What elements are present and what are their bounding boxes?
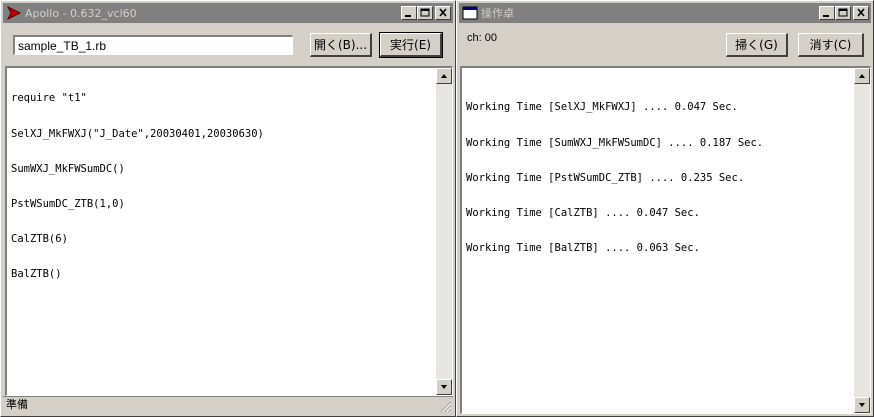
arrow-down-icon [441, 385, 447, 389]
maximize-button[interactable] [835, 6, 851, 20]
output-console[interactable]: Working Time [SelXJ_MkFWXJ] .... 0.047 S… [460, 66, 871, 414]
minimize-icon [823, 15, 829, 17]
title-bar[interactable]: 操作卓 [459, 3, 871, 23]
maximize-button[interactable] [417, 6, 433, 20]
window-title: 操作卓 [481, 7, 514, 20]
close-icon [439, 8, 447, 17]
output-line: Working Time [BalZTB] .... 0.063 Sec. [466, 241, 700, 254]
arrow-up-icon [441, 74, 447, 78]
minimize-button[interactable] [401, 6, 417, 20]
output-line: Working Time [CalZTB] .... 0.047 Sec. [466, 206, 700, 219]
console-window: 操作卓 ch: 00 掃く(G) 消す(C) Working Time [Sel… [456, 0, 874, 417]
close-icon [857, 8, 865, 17]
clear-button[interactable]: 消す(C) [798, 33, 864, 57]
editor-line: CalZTB(6) [11, 232, 68, 245]
editor-line: SelXJ_MkFWXJ("J_Date",20030401,20030630) [11, 127, 264, 140]
title-bar[interactable]: Apollo - 0.632_vcl60 [3, 3, 453, 23]
editor-scrollbar[interactable] [436, 68, 452, 395]
output-text: Working Time [SelXJ_MkFWXJ] .... 0.047 S… [466, 79, 850, 278]
open-button[interactable]: 開く(B)... [310, 33, 372, 57]
apollo-app-icon[interactable] [6, 5, 22, 21]
status-bar: 準備 [3, 396, 453, 414]
script-text[interactable]: require "t1" SelXJ_MkFWXJ("J_Date",20030… [11, 70, 432, 304]
arrow-up-icon [859, 74, 865, 78]
resize-grip-icon[interactable] [440, 401, 452, 413]
arrow-down-icon [859, 403, 865, 407]
status-text: 準備 [6, 398, 28, 411]
apollo-window: Apollo - 0.632_vcl60 sample_TB_1.rb 開く(B… [0, 0, 456, 417]
scroll-down-button[interactable] [854, 397, 870, 413]
maximize-icon [420, 8, 430, 17]
scroll-up-button[interactable] [854, 68, 870, 84]
output-line: Working Time [SumWXJ_MkFWSumDC] .... 0.1… [466, 136, 764, 149]
file-name-input[interactable]: sample_TB_1.rb [13, 35, 293, 55]
close-button[interactable] [853, 6, 869, 20]
editor-line: PstWSumDC_ZTB(1,0) [11, 197, 125, 210]
window-app-icon[interactable] [462, 5, 478, 21]
run-button[interactable]: 実行(E) [379, 32, 443, 58]
output-line: Working Time [PstWSumDC_ZTB] .... 0.235 … [466, 171, 745, 184]
sweep-button[interactable]: 掃く(G) [726, 33, 788, 57]
scroll-up-button[interactable] [436, 68, 452, 84]
minimize-button[interactable] [819, 6, 835, 20]
channel-label: ch: 00 [467, 32, 497, 44]
script-editor[interactable]: require "t1" SelXJ_MkFWXJ("J_Date",20030… [5, 66, 453, 396]
editor-line: BalZTB() [11, 267, 62, 280]
minimize-icon [405, 15, 411, 17]
console-scrollbar[interactable] [854, 68, 870, 413]
close-button[interactable] [435, 6, 451, 20]
window-title: Apollo - 0.632_vcl60 [25, 6, 137, 20]
maximize-icon [838, 8, 848, 17]
output-line: Working Time [SelXJ_MkFWXJ] .... 0.047 S… [466, 101, 738, 114]
scroll-down-button[interactable] [436, 379, 452, 395]
editor-line: SumWXJ_MkFWSumDC() [11, 162, 125, 175]
editor-line: require "t1" [11, 92, 87, 105]
